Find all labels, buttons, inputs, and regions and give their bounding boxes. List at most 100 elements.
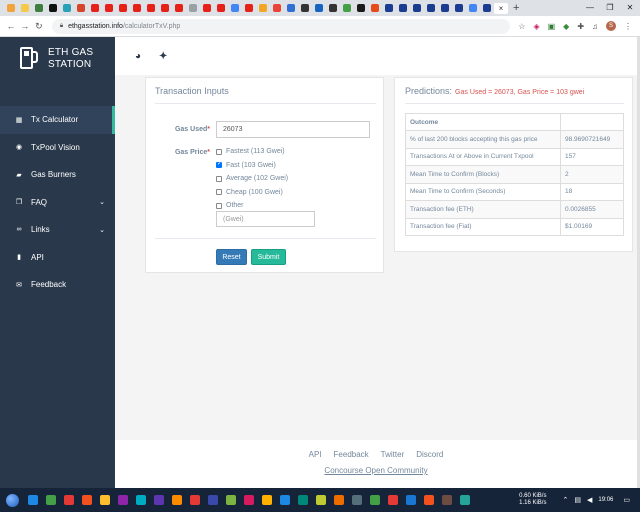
taskbar-app-icon[interactable] xyxy=(388,495,398,505)
star-icon[interactable]: ☆ xyxy=(518,22,525,31)
browser-tab[interactable] xyxy=(270,3,283,14)
taskbar-app-icon[interactable] xyxy=(154,495,164,505)
browser-tab[interactable] xyxy=(186,3,199,14)
gas-price-option[interactable]: Fast (103 Gwei) xyxy=(216,160,276,169)
tab-close-icon[interactable]: × xyxy=(499,4,504,13)
gas-price-checkbox[interactable] xyxy=(216,189,222,195)
taskbar-app-icon[interactable] xyxy=(100,495,110,505)
browser-tab[interactable] xyxy=(242,3,255,14)
browser-tab[interactable] xyxy=(74,3,87,14)
taskbar-app-icon[interactable] xyxy=(406,495,416,505)
browser-tab[interactable] xyxy=(214,3,227,14)
extension-icon[interactable]: ▣ xyxy=(548,22,556,31)
browser-tab[interactable] xyxy=(116,3,129,14)
browser-tab[interactable] xyxy=(18,3,31,14)
browser-tab[interactable] xyxy=(424,3,437,14)
taskbar-app-icon[interactable] xyxy=(28,495,38,505)
browser-tab[interactable] xyxy=(480,3,493,14)
volume-icon[interactable]: ◀ xyxy=(587,496,592,504)
browser-tab[interactable] xyxy=(60,3,73,14)
taskbar-app-icon[interactable] xyxy=(190,495,200,505)
taskbar-app-icon[interactable] xyxy=(460,495,470,505)
start-button[interactable] xyxy=(0,488,24,512)
gas-price-option[interactable]: Cheap (100 Gwei) xyxy=(216,189,283,196)
close-window-icon[interactable]: ✕ xyxy=(620,0,640,16)
browser-tab[interactable] xyxy=(410,3,423,14)
taskbar-app-icon[interactable] xyxy=(46,495,56,505)
footer-link-api[interactable]: API xyxy=(309,450,322,459)
menu-kebab-icon[interactable]: ⋮ xyxy=(624,22,632,31)
other-gwei-input[interactable]: (Gwei) xyxy=(216,211,315,227)
taskbar-app-icon[interactable] xyxy=(208,495,218,505)
taskbar-app-icon[interactable] xyxy=(316,495,326,505)
browser-tab[interactable] xyxy=(396,3,409,14)
taskbar-app-icon[interactable] xyxy=(172,495,182,505)
lock-icon[interactable]: 🔒︎ xyxy=(60,23,63,30)
taskbar-app-icon[interactable] xyxy=(82,495,92,505)
sidebar-item-feedback[interactable]: ✉ Feedback xyxy=(0,271,115,299)
back-icon[interactable]: ← xyxy=(4,21,18,31)
twitter-icon[interactable]: ✦ xyxy=(159,51,167,62)
taskbar-app-icon[interactable] xyxy=(280,495,290,505)
extension-icon[interactable]: ◈ xyxy=(533,22,539,31)
footer-link-discord[interactable]: Discord xyxy=(416,450,443,459)
reset-button[interactable]: Reset xyxy=(216,249,247,265)
browser-tab[interactable] xyxy=(466,3,479,14)
sidebar-item-api[interactable]: ▮ API xyxy=(0,244,115,272)
gas-price-option[interactable]: Average (102 Gwei) xyxy=(216,175,288,182)
taskbar-app-icon[interactable] xyxy=(64,495,74,505)
taskbar-app-icon[interactable] xyxy=(118,495,128,505)
browser-tab[interactable] xyxy=(130,3,143,14)
brand-logo[interactable]: ETH GAS STATION xyxy=(20,47,93,71)
browser-tab[interactable] xyxy=(438,3,451,14)
gas-price-checkbox[interactable] xyxy=(216,160,222,168)
browser-tab[interactable] xyxy=(102,3,115,14)
discord-icon[interactable]: ◕ xyxy=(135,51,141,62)
sidebar-item-txpool-vision[interactable]: ◉ TxPool Vision xyxy=(0,134,115,162)
browser-tab[interactable] xyxy=(4,3,17,14)
tray-up-arrow-icon[interactable]: ⌃ xyxy=(562,496,568,504)
taskbar-app-icon[interactable] xyxy=(442,495,452,505)
notifications-icon[interactable]: ▭ xyxy=(623,496,630,504)
browser-tab[interactable] xyxy=(46,3,59,14)
taskbar-app-icon[interactable] xyxy=(424,495,434,505)
browser-tab[interactable] xyxy=(312,3,325,14)
browser-tab[interactable] xyxy=(172,3,185,14)
forward-icon[interactable]: → xyxy=(18,21,32,31)
taskbar-app-icon[interactable] xyxy=(298,495,308,505)
browser-tab[interactable] xyxy=(256,3,269,14)
gas-price-option[interactable]: Other xyxy=(216,202,244,209)
browser-tab[interactable] xyxy=(452,3,465,14)
gas-price-checkbox[interactable] xyxy=(216,175,222,182)
browser-tab[interactable] xyxy=(340,3,353,14)
browser-tab[interactable] xyxy=(326,3,339,14)
reload-icon[interactable]: ↻ xyxy=(32,21,46,32)
community-link[interactable]: Concourse Open Community xyxy=(115,466,637,475)
browser-tab[interactable] xyxy=(144,3,157,14)
new-tab-button[interactable]: + xyxy=(513,2,519,14)
sidebar-item-gas-burners[interactable]: ▰ Gas Burners xyxy=(0,161,115,189)
media-icon[interactable]: ♫ xyxy=(592,22,598,31)
taskbar-app-icon[interactable] xyxy=(262,495,272,505)
puzzle-icon[interactable]: ✚ xyxy=(577,22,584,31)
taskbar-app-icon[interactable] xyxy=(370,495,380,505)
browser-tab[interactable] xyxy=(228,3,241,14)
sidebar-item-tx-calculator[interactable]: ▦ Tx Calculator xyxy=(0,106,115,134)
browser-tab[interactable] xyxy=(284,3,297,14)
footer-link-twitter[interactable]: Twitter xyxy=(381,450,405,459)
browser-tab[interactable] xyxy=(158,3,171,14)
taskbar-app-icon[interactable] xyxy=(352,495,362,505)
gas-used-input[interactable]: 26073 xyxy=(216,121,370,138)
gas-price-option[interactable]: Fastest (113 Gwei) xyxy=(216,148,285,155)
network-icon[interactable]: ▤ xyxy=(574,496,581,504)
footer-link-feedback[interactable]: Feedback xyxy=(334,450,369,459)
address-bar[interactable]: 🔒︎ ethgasstation.info/calculatorTxV.php xyxy=(51,18,511,34)
extension-icon[interactable]: ◆ xyxy=(563,22,569,31)
gas-price-checkbox[interactable] xyxy=(216,202,222,209)
taskbar-app-icon[interactable] xyxy=(334,495,344,505)
gas-price-checkbox[interactable] xyxy=(216,148,222,155)
clock[interactable]: 19:06 xyxy=(598,497,613,503)
taskbar-app-icon[interactable] xyxy=(226,495,236,505)
active-tab[interactable]: × xyxy=(494,2,508,14)
submit-button[interactable]: Submit xyxy=(251,249,286,265)
